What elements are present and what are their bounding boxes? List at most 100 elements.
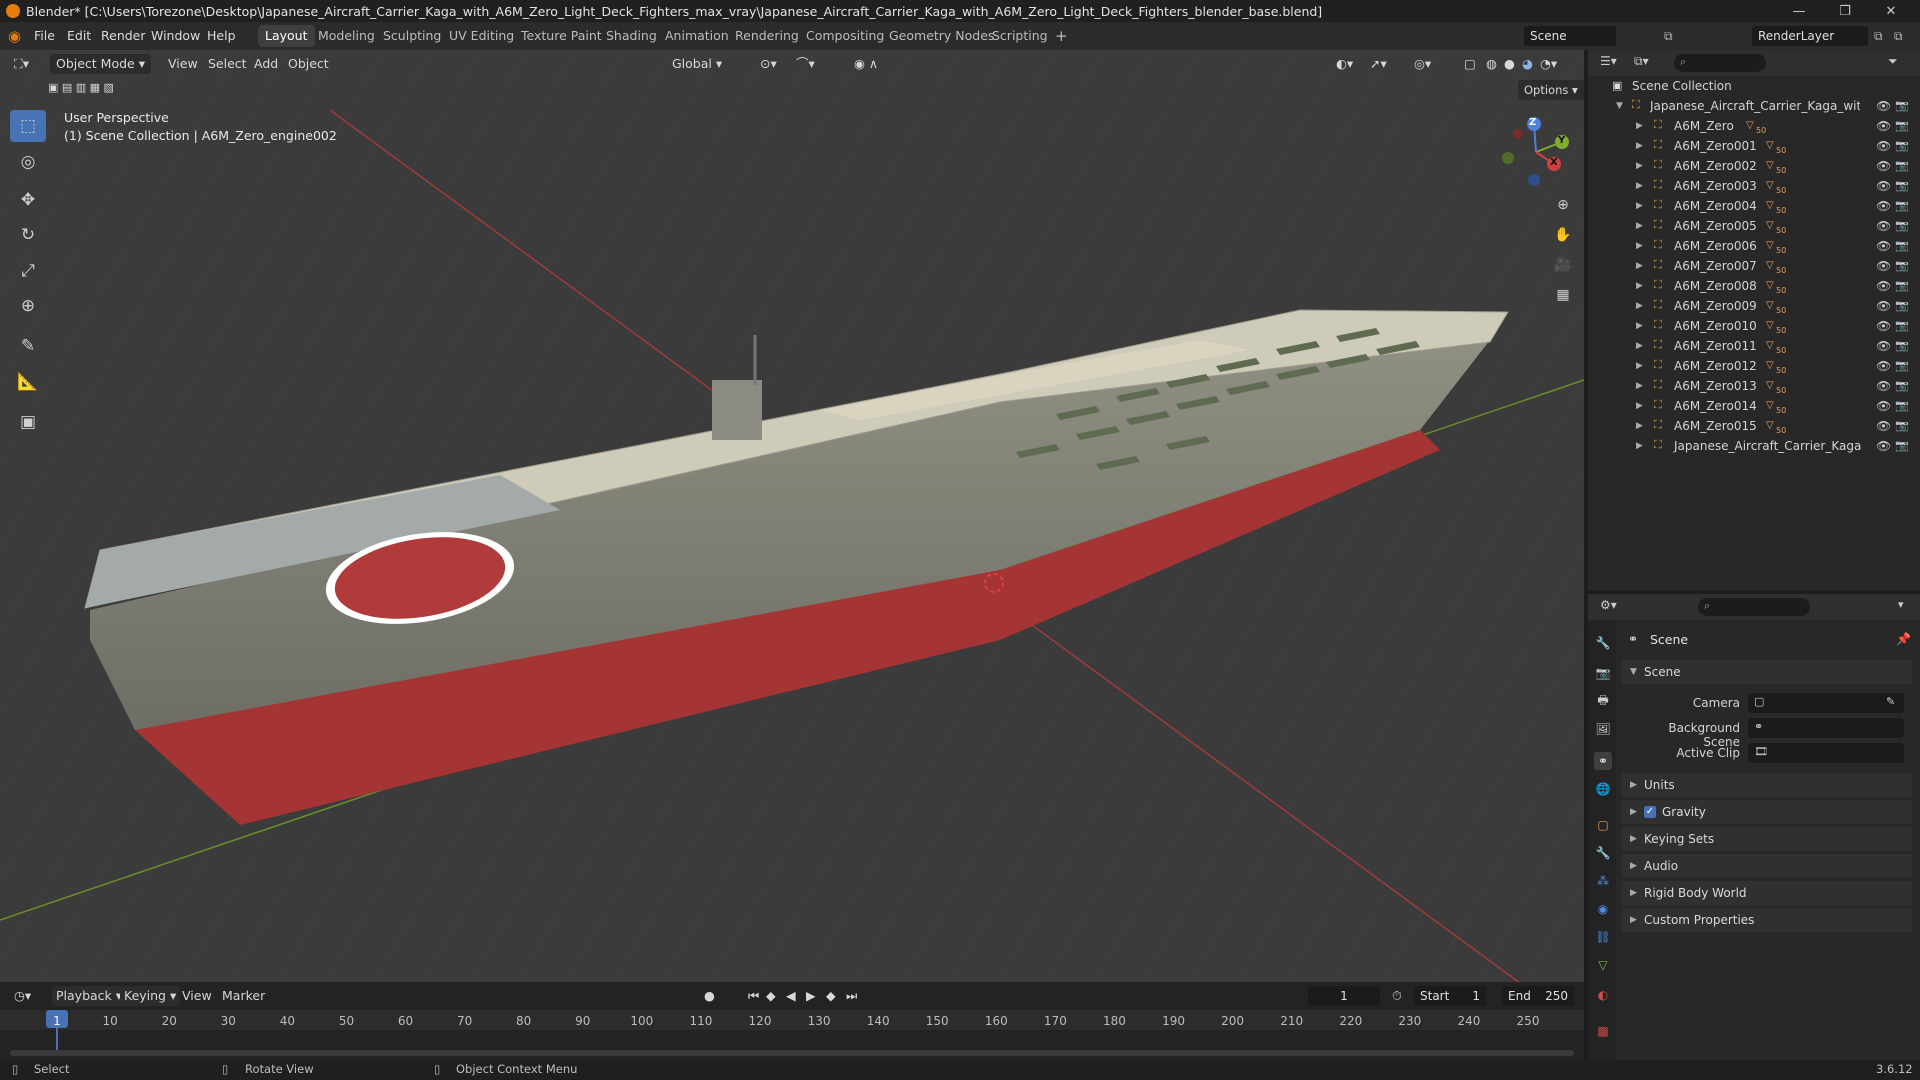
outliner-item[interactable]: ▶ ⛶ A6M_Zero ▽ 50 👁 📷	[1588, 116, 1920, 136]
tab-animation[interactable]: Animation	[658, 25, 736, 47]
playback-menu[interactable]: Playback ▾	[52, 986, 127, 1006]
render-camera-icon[interactable]: 📷	[1895, 96, 1909, 116]
expand-icon[interactable]: ▶	[1636, 316, 1643, 336]
outliner-item[interactable]: ▶ ⛶ A6M_Zero007 ▽ 50 👁 📷	[1588, 256, 1920, 276]
close-button[interactable]: ✕	[1868, 0, 1914, 22]
render-camera-icon[interactable]: 📷	[1895, 296, 1909, 316]
visibility-eye-icon[interactable]: 👁	[1876, 176, 1891, 196]
menu-render[interactable]: Render	[101, 22, 146, 50]
rendered-shading-icon[interactable]: ◔▾	[1540, 54, 1557, 74]
outliner-item[interactable]: ▶ ⛶ A6M_Zero004 ▽ 50 👁 📷	[1588, 196, 1920, 216]
render-camera-icon[interactable]: 📷	[1895, 356, 1909, 376]
outliner-collection-row[interactable]: ▼ ⛶ Japanese_Aircraft_Carrier_Kaga_with_…	[1588, 96, 1920, 116]
jump-start-icon[interactable]: ⏮	[748, 986, 759, 1006]
material-shading-icon[interactable]: ◕	[1522, 54, 1533, 74]
editor-type-icon[interactable]: ⛶▾	[14, 54, 29, 74]
expand-icon[interactable]: ▶	[1636, 276, 1643, 296]
outliner-item[interactable]: ▶ ⛶ A6M_Zero005 ▽ 50 👁 📷	[1588, 216, 1920, 236]
outliner-item[interactable]: ▶ ⛶ Japanese_Aircraft_Carrier_Kaga 👁 📷	[1588, 436, 1920, 456]
tab-modeling[interactable]: Modeling	[311, 25, 382, 47]
texture-tab-icon[interactable]: ▩	[1594, 1022, 1612, 1040]
keying-menu[interactable]: Keying ▾	[120, 986, 181, 1006]
menu-window[interactable]: Window	[151, 22, 200, 50]
render-camera-icon[interactable]: 📷	[1895, 336, 1909, 356]
expand-icon[interactable]: ▶	[1636, 336, 1643, 356]
play-reverse-icon[interactable]: ◀	[786, 986, 796, 1006]
expand-icon[interactable]: ▶	[1636, 196, 1643, 216]
visibility-eye-icon[interactable]: 👁	[1876, 396, 1891, 416]
scene-tab-icon[interactable]: ⚭	[1594, 752, 1612, 770]
audio-section[interactable]: ▶ Audio	[1622, 854, 1912, 878]
start-frame-field[interactable]: Start 1	[1414, 986, 1486, 1006]
visibility-eye-icon[interactable]: 👁	[1876, 236, 1891, 256]
render-camera-icon[interactable]: 📷	[1895, 216, 1909, 236]
collapse-icon[interactable]: ▼	[1616, 96, 1623, 116]
pivot-icon[interactable]: ⊙▾	[760, 54, 777, 74]
visibility-eye-icon[interactable]: 👁	[1876, 336, 1891, 356]
outliner-item[interactable]: ▶ ⛶ A6M_Zero003 ▽ 50 👁 📷	[1588, 176, 1920, 196]
render-camera-icon[interactable]: 📷	[1895, 256, 1909, 276]
mesh-data-icon[interactable]: ▽	[1766, 276, 1774, 296]
pan-hand-icon[interactable]: ✋	[1550, 222, 1576, 248]
expand-icon[interactable]: ▶	[1636, 436, 1643, 456]
render-camera-icon[interactable]: 📷	[1895, 436, 1909, 456]
scene-section-header[interactable]: ▼ Scene	[1622, 660, 1912, 684]
visibility-eye-icon[interactable]: 👁	[1876, 156, 1891, 176]
solid-shading-icon[interactable]: ●	[1504, 54, 1515, 74]
add-cube-tool[interactable]: ▣	[10, 406, 46, 438]
outliner-root-row[interactable]: ▣ Scene Collection	[1588, 76, 1920, 96]
expand-icon[interactable]: ▶	[1636, 256, 1643, 276]
prev-keyframe-icon[interactable]: ◆	[766, 986, 776, 1006]
timeline-view-menu[interactable]: View	[182, 986, 212, 1006]
physics-tab-icon[interactable]: ◉	[1594, 900, 1612, 918]
jump-end-icon[interactable]: ⏭	[846, 986, 857, 1006]
renderlayer-selector[interactable]: RenderLayer	[1752, 26, 1868, 46]
expand-icon[interactable]: ▶	[1636, 396, 1643, 416]
select-box-tool[interactable]: ⬚	[10, 110, 46, 142]
expand-icon[interactable]: ▶	[1636, 356, 1643, 376]
remove-layer-icon[interactable]: ⧉	[1894, 22, 1903, 50]
menu-help[interactable]: Help	[207, 22, 236, 50]
render-camera-icon[interactable]: 📷	[1895, 376, 1909, 396]
outliner-item[interactable]: ▶ ⛶ A6M_Zero015 ▽ 50 👁 📷	[1588, 416, 1920, 436]
visibility-eye-icon[interactable]: 👁	[1876, 216, 1891, 236]
next-keyframe-icon[interactable]: ◆	[826, 986, 836, 1006]
background-scene-field[interactable]: ⚭	[1748, 718, 1904, 738]
rotate-tool[interactable]: ↻	[10, 219, 46, 251]
eyedropper-icon[interactable]: ✎	[1886, 695, 1895, 708]
navigation-gizmo[interactable]: Z Y X	[1496, 112, 1576, 192]
zoom-icon[interactable]: ⊕	[1550, 192, 1576, 218]
play-icon[interactable]: ▶	[806, 986, 816, 1006]
view-layer-tab-icon[interactable]: 🖼	[1594, 720, 1612, 738]
ortho-grid-icon[interactable]: ▦	[1550, 282, 1576, 308]
orientation-dropdown[interactable]: Global ▾	[672, 54, 722, 74]
render-camera-icon[interactable]: 📷	[1895, 396, 1909, 416]
modifier-tab-icon[interactable]: 🔧	[1594, 844, 1612, 862]
world-tab-icon[interactable]: 🌐	[1594, 780, 1612, 798]
camera-field[interactable]: ▢ ✎	[1748, 693, 1904, 713]
outliner-item[interactable]: ▶ ⛶ A6M_Zero013 ▽ 50 👁 📷	[1588, 376, 1920, 396]
tab-compositing[interactable]: Compositing	[799, 25, 891, 47]
keying-sets-section[interactable]: ▶ Keying Sets	[1622, 827, 1912, 851]
visibility-eye-icon[interactable]: 👁	[1876, 436, 1891, 456]
visibility-eye-icon[interactable]: 👁	[1876, 356, 1891, 376]
particles-tab-icon[interactable]: ⁂	[1594, 872, 1612, 890]
outliner-item[interactable]: ▶ ⛶ A6M_Zero001 ▽ 50 👁 📷	[1588, 136, 1920, 156]
render-camera-icon[interactable]: 📷	[1895, 196, 1909, 216]
custom-properties-section[interactable]: ▶ Custom Properties	[1622, 908, 1912, 932]
scale-tool[interactable]: ⤢	[10, 255, 46, 287]
wireframe-shading-icon[interactable]: ◍	[1486, 54, 1497, 74]
maximize-button[interactable]: ❐	[1822, 0, 1868, 22]
mesh-data-icon[interactable]: ▽	[1766, 136, 1774, 156]
tab-rendering[interactable]: Rendering	[728, 25, 806, 47]
mesh-data-icon[interactable]: ▽	[1766, 176, 1774, 196]
measure-tool[interactable]: 📐	[10, 366, 46, 398]
tool-tab-icon[interactable]: 🔧	[1594, 634, 1612, 652]
object-mode-dropdown[interactable]: Object Mode ▾	[50, 54, 151, 74]
render-camera-icon[interactable]: 📷	[1895, 236, 1909, 256]
gravity-checkbox[interactable]: ✓	[1644, 806, 1656, 818]
object-tab-icon[interactable]: ▢	[1594, 816, 1612, 834]
pin-icon[interactable]: ⧉	[1664, 22, 1673, 50]
output-tab-icon[interactable]: 🖶	[1594, 692, 1612, 710]
options-dropdown[interactable]: Options ▾	[1518, 80, 1584, 100]
